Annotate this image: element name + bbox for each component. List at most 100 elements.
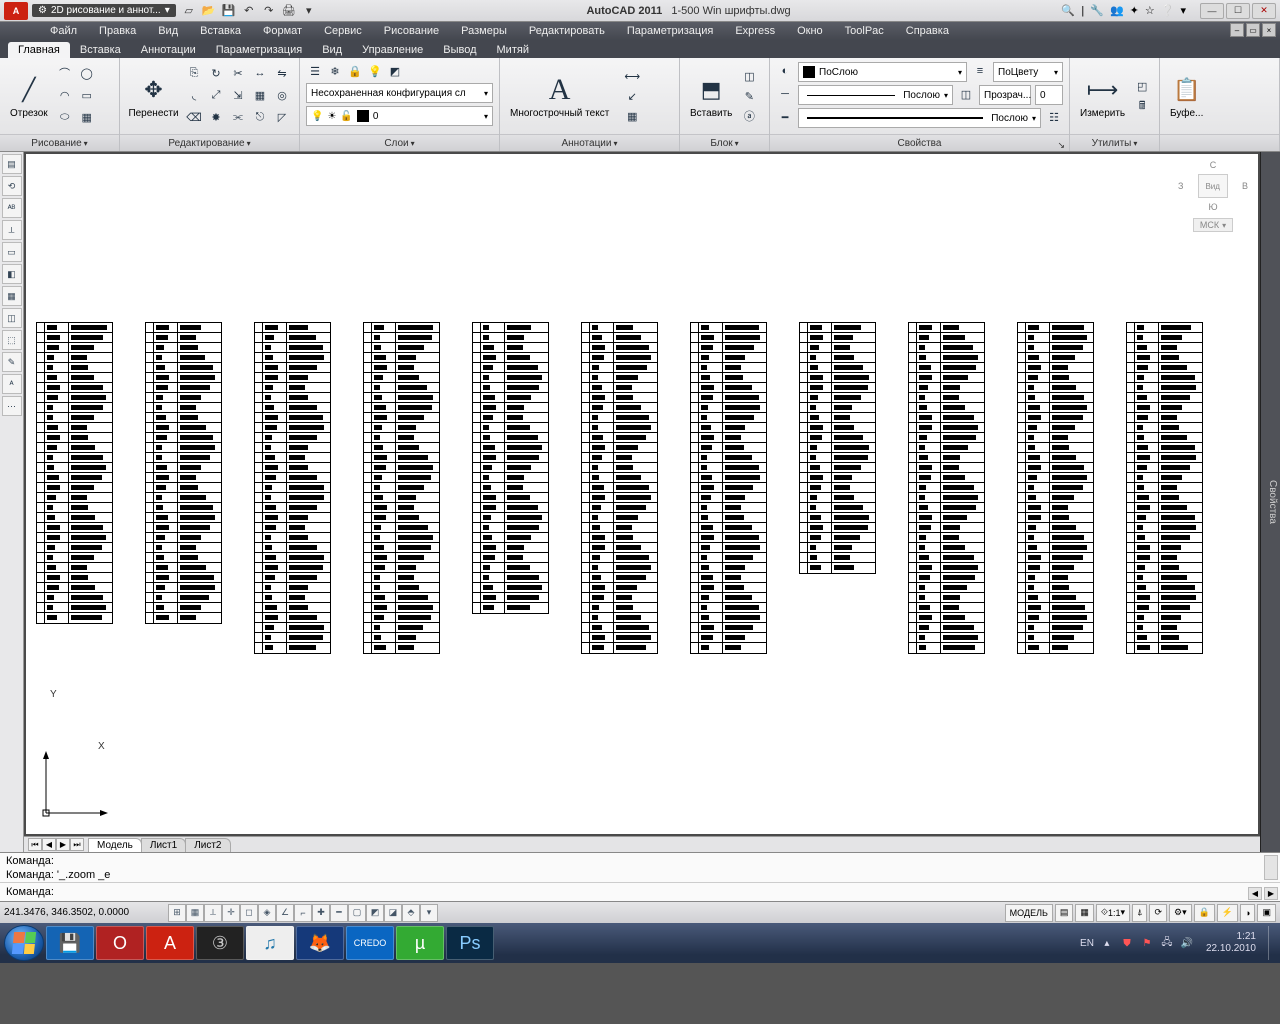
tool-3[interactable]: ᴬᴮ [2,198,22,218]
tool-6[interactable]: ◧ [2,264,22,284]
panel-util-label[interactable]: Утилиты▾ [1070,134,1159,151]
3dosnap-toggle[interactable]: ◈ [258,904,276,922]
close-button[interactable]: ✕ [1252,3,1276,19]
table-icon[interactable]: ▦ [617,107,647,125]
tab-manage[interactable]: Управление [352,42,433,58]
panel-props-label[interactable]: Свойства↘ [770,134,1069,151]
menu-file[interactable]: Файл [40,24,87,38]
menu-window[interactable]: Окно [787,24,833,38]
viewcube-face[interactable]: Вид [1198,174,1228,198]
tool-10[interactable]: ✎ [2,352,22,372]
minimize-button[interactable]: — [1200,3,1224,19]
annoscale-button[interactable]: ⟐ 1:1 ▾ [1096,904,1130,922]
menu-draw[interactable]: Рисование [374,24,449,38]
menu-tools[interactable]: Сервис [314,24,372,38]
taskbar-app-photoshop[interactable]: Ps [446,926,494,960]
list-icon[interactable]: ☷ [1045,108,1063,126]
hardware-accel-icon[interactable]: ⚡ [1217,904,1238,922]
otrack-toggle[interactable]: ∠ [276,904,294,922]
tab-param[interactable]: Параметризация [206,42,312,58]
sc-toggle[interactable]: ◪ [384,904,402,922]
chevron-down-icon[interactable]: ▾ [1180,4,1186,17]
maximize-button[interactable]: ☐ [1226,3,1250,19]
extend-icon[interactable]: ↔ [251,64,269,82]
taskbar-app-3dsmax[interactable]: ③ [196,926,244,960]
lw-icon[interactable]: ━ [776,108,794,126]
paste-button[interactable]: 📋 Буфе... [1166,72,1207,121]
tray-shield-icon[interactable]: ⛊ [1120,936,1134,950]
tray-lang[interactable]: EN [1080,938,1094,949]
tray-network-icon[interactable]: 🖧 [1160,936,1174,950]
toolbar-lock-icon[interactable]: 🔒 [1194,904,1215,922]
edit-block-icon[interactable]: ✎ [740,87,758,105]
rotate-icon[interactable]: ↻ [207,64,225,82]
tab-custom[interactable]: Митяй [487,42,539,58]
ortho-toggle[interactable]: ⟂ [204,904,222,922]
drawing-canvas[interactable]: С З Вид В Ю МСК▾ YX [26,154,1258,834]
linetype-icon[interactable]: ─ [776,85,794,103]
panel-layers-label[interactable]: Слои▾ [300,134,499,151]
menu-express[interactable]: Express [725,24,785,38]
taskbar-app-itunes[interactable]: ♫ [246,926,294,960]
comm-icon[interactable]: 👥 [1110,4,1124,17]
properties-palette-tab[interactable]: Свойства [1260,152,1280,852]
command-line[interactable]: Команда: ◀▶ [0,883,1280,901]
snap-toggle[interactable]: ⊞ [168,904,186,922]
menu-param[interactable]: Параметризация [617,24,723,38]
undo-icon[interactable]: ↶ [242,4,256,18]
fillet-icon[interactable]: ◟ [185,86,203,104]
menu-modify[interactable]: Редактировать [519,24,615,38]
tool-8[interactable]: ◫ [2,308,22,328]
workspace-switcher[interactable]: ⚙ 2D рисование и аннот... ▾ [32,4,176,17]
select-icon[interactable]: ◰ [1133,77,1151,95]
layer-freeze-icon[interactable]: ❄ [326,62,344,80]
menu-edit[interactable]: Правка [89,24,146,38]
doc-close-button[interactable]: × [1262,23,1276,37]
layer-iso-icon[interactable]: ◩ [386,62,404,80]
rect-icon[interactable]: ▭ [78,86,96,104]
tool-12[interactable]: ⋯ [2,396,22,416]
tool-4[interactable]: ⟂ [2,220,22,240]
insert-button[interactable]: ⬒ Вставить [686,72,736,121]
quickview-dwg[interactable]: ▦ [1075,904,1094,922]
cleanscreen-icon[interactable]: ▣ [1257,904,1276,922]
tab-prev-icon[interactable]: ◀ [42,838,56,851]
explode-icon[interactable]: ✸ [207,108,225,126]
redo-icon[interactable]: ↷ [262,4,276,18]
panel-modify-label[interactable]: Редактирование▾ [120,134,299,151]
save-icon[interactable]: 💾 [222,4,236,18]
app-logo[interactable]: A [4,2,28,20]
taskbar-app-utorrent[interactable]: µ [396,926,444,960]
tab-first-icon[interactable]: ⏮ [28,838,42,851]
tab-view[interactable]: Вид [312,42,352,58]
cmd-scroll-left[interactable]: ◀ [1248,887,1262,900]
menu-insert[interactable]: Вставка [190,24,251,38]
doc-minimize-button[interactable]: – [1230,23,1244,37]
tray-toggle[interactable]: ▾ [420,904,438,922]
cmd-scrollbar[interactable] [1264,855,1278,880]
plotstyle-dropdown[interactable]: ПоЦвету▾ [993,62,1063,82]
show-desktop-button[interactable] [1268,926,1276,960]
taskbar-app-opera[interactable]: O [96,926,144,960]
tool-9[interactable]: ⬚ [2,330,22,350]
copy-icon[interactable]: ⎘ [185,64,203,82]
lineweight-dropdown[interactable]: Послою▾ [798,108,1041,128]
block-attr-icon[interactable]: ⓐ [740,107,758,125]
tool-1[interactable]: ▤ [2,154,22,174]
dyn-toggle[interactable]: ✚ [312,904,330,922]
stretch-icon[interactable]: ⇲ [229,86,247,104]
annoauto-icon[interactable]: ⟳ [1149,904,1167,922]
tool-7[interactable]: ▦ [2,286,22,306]
leader-icon[interactable]: ↙ [617,87,647,105]
tray-volume-icon[interactable]: 🔊 [1180,936,1194,950]
tab-model[interactable]: Модель [88,838,142,852]
tool-2[interactable]: ⟲ [2,176,22,196]
doc-restore-button[interactable]: ▭ [1246,23,1260,37]
move-button[interactable]: ✥ Перенести [126,72,181,121]
layer-state-dropdown[interactable]: Несохраненная конфигурация сл▾ [306,83,493,103]
tool-5[interactable]: ▭ [2,242,22,262]
taskbar-app-explorer[interactable]: 💾 [46,926,94,960]
panel-annot-label[interactable]: Аннотации▾ [500,134,679,151]
tab-layout1[interactable]: Лист1 [141,838,186,852]
open-icon[interactable]: 📂 [202,4,216,18]
